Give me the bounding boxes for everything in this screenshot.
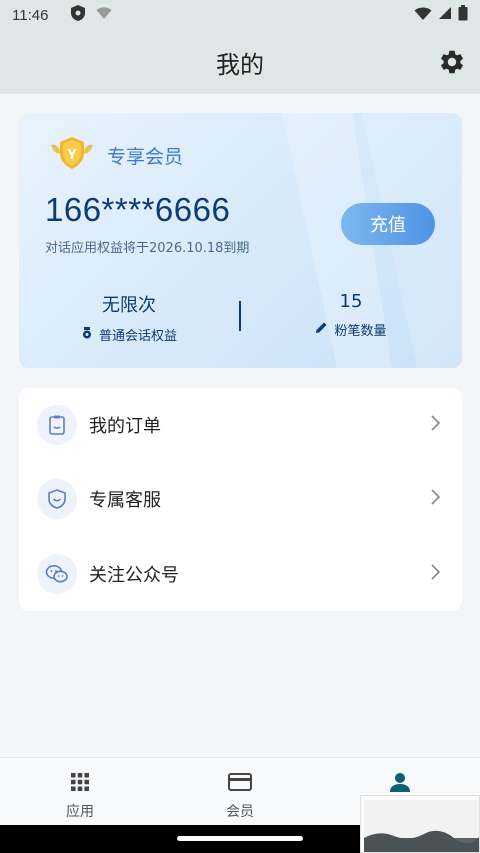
order-icon [37, 405, 77, 445]
menu-item-orders-label: 我的订单 [89, 416, 161, 437]
grid-icon [70, 770, 90, 794]
stat-chalk-count-label: 粉笔数量 [334, 324, 387, 339]
screenshot-thumbnail-preview [364, 800, 479, 852]
menu-card: 我的订单 专属客服 关注公众号 [19, 388, 462, 611]
recharge-button[interactable]: 充值 [341, 203, 435, 245]
tab-apps-label: 应用 [66, 804, 94, 820]
tab-member-label: 会员 [226, 804, 254, 820]
support-icon [37, 479, 77, 519]
wifi-question-icon [96, 6, 112, 24]
member-badge: Y 专享会员 [47, 135, 183, 175]
menu-item-support[interactable]: 专属客服 [19, 464, 462, 534]
stat-chat-rights: 无限次 普通会话权益 [29, 291, 229, 344]
card-icon [228, 770, 252, 794]
tab-member[interactable]: 会员 [160, 758, 320, 826]
stat-chalk-count: 15 粉笔数量 [251, 291, 451, 339]
tab-apps[interactable]: 应用 [0, 758, 160, 826]
member-badge-label: 专享会员 [107, 145, 184, 168]
thumbnail-preview-image [364, 800, 479, 852]
stat-divider [239, 301, 241, 331]
vip-badge-icon: Y [47, 135, 97, 175]
member-phone: 166****6666 [45, 191, 231, 228]
stat-chat-rights-label-row: 普通会话权益 [29, 325, 229, 344]
person-icon [389, 770, 411, 794]
stat-chat-rights-value: 无限次 [102, 295, 156, 316]
home-handle[interactable] [177, 836, 303, 841]
page-title: 我的 [216, 50, 264, 79]
wechat-icon [37, 554, 77, 594]
stat-chat-rights-label: 普通会话权益 [98, 329, 177, 344]
gear-icon[interactable] [438, 48, 466, 76]
menu-item-wechat-label: 关注公众号 [89, 565, 179, 586]
screenshot-thumbnail[interactable] [360, 795, 480, 853]
status-left: 11:46 [12, 4, 112, 26]
pencil-icon [315, 321, 328, 338]
stat-chalk-count-value: 15 [339, 291, 363, 312]
menu-item-orders[interactable]: 我的订单 [19, 390, 462, 460]
chevron-right-icon [430, 415, 441, 435]
title-bar: 我的 [0, 30, 480, 94]
menu-item-support-label: 专属客服 [89, 490, 161, 511]
medal-icon [81, 326, 93, 343]
member-card: Y 专享会员 166****6666 对话应用权益将于2026.10.18到期 … [19, 113, 462, 368]
stat-chalk-count-label-row: 粉笔数量 [251, 320, 451, 339]
chevron-right-icon [430, 489, 441, 509]
menu-item-wechat[interactable]: 关注公众号 [19, 539, 462, 609]
signal-icon [438, 6, 452, 24]
wifi-icon [414, 6, 432, 25]
battery-icon [458, 5, 468, 25]
chevron-right-icon [430, 564, 441, 584]
shield-icon [70, 4, 86, 26]
member-expire-text: 对话应用权益将于2026.10.18到期 [45, 241, 250, 256]
status-bar: 11:46 [0, 0, 480, 30]
svg-text:Y: Y [66, 148, 77, 163]
status-right [414, 5, 468, 25]
status-time: 11:46 [12, 6, 49, 24]
